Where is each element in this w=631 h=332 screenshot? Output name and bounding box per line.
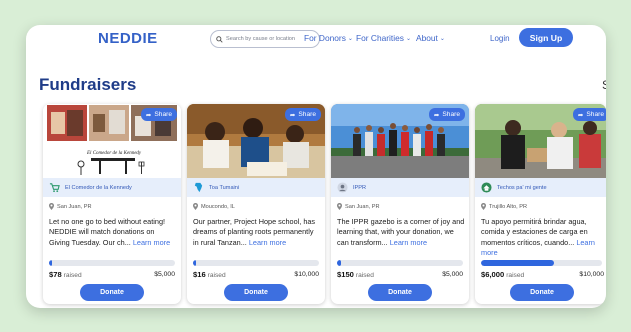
donate-button[interactable]: Donate xyxy=(368,284,432,301)
cut-off-text: S xyxy=(602,78,606,92)
fundraiser-image[interactable]: ➦ Share xyxy=(187,104,325,178)
goal-amount: $10,000 xyxy=(579,271,604,278)
location-pin-icon xyxy=(481,203,486,210)
location: Moucondo, IL xyxy=(193,203,235,210)
chevron-down-icon: ⌄ xyxy=(347,35,353,42)
learn-more-link[interactable]: Learn more xyxy=(249,238,286,247)
org-strip[interactable]: El Comedor de la Kennedy xyxy=(43,178,181,197)
brand-logo[interactable]: NEDDIE xyxy=(98,30,158,47)
org-strip[interactable]: IPPR xyxy=(331,178,469,197)
raised-amount: $16 raised xyxy=(193,270,226,279)
donate-button[interactable]: Donate xyxy=(224,284,288,301)
share-button[interactable]: ➦ Share xyxy=(572,108,606,121)
share-button[interactable]: ➦ Share xyxy=(140,108,177,121)
fundraiser-image[interactable]: ➦ Share xyxy=(475,104,606,178)
image-caption: El Comedor de la Kennedy xyxy=(86,151,142,156)
share-label: Share xyxy=(442,111,460,118)
org-strip[interactable]: Techos pa' mi gente xyxy=(475,178,606,197)
goal-amount: $10,000 xyxy=(294,271,319,278)
location: Trujillo Alto, PR xyxy=(481,203,527,210)
raised-label: raised xyxy=(355,272,374,279)
raised-amount: $6,000 raised xyxy=(481,270,524,279)
search-icon xyxy=(216,35,223,43)
location-text: Moucondo, IL xyxy=(201,203,235,210)
donate-button[interactable]: Donate xyxy=(510,284,574,301)
org-name[interactable]: Techos pa' mi gente xyxy=(497,185,547,191)
location: San Juan, PR xyxy=(49,203,92,210)
progress-fill xyxy=(481,260,554,266)
share-icon: ➦ xyxy=(577,111,584,119)
browser-frame: NEDDIE For Donors ⌄ For Charities ⌄ Abou… xyxy=(26,25,606,308)
cart-icon xyxy=(49,182,60,193)
description-text: Tu apoyo permitirá brindar agua, comida … xyxy=(481,217,588,247)
org-name[interactable]: Toa Tumaini xyxy=(209,185,239,191)
location-pin-icon xyxy=(193,203,198,210)
fundraiser-card[interactable]: ➦ Share IPPR San Juan, PR The IPPR gazeb… xyxy=(331,104,469,304)
location-text: San Juan, PR xyxy=(345,203,380,210)
signup-button[interactable]: Sign Up xyxy=(519,28,573,47)
share-button[interactable]: ➦ Share xyxy=(284,108,321,121)
goal-amount: $5,000 xyxy=(154,271,175,278)
share-label: Share xyxy=(154,111,172,118)
progress-fill xyxy=(337,260,341,266)
africa-map-icon xyxy=(193,182,204,193)
org-name[interactable]: El Comedor de la Kennedy xyxy=(65,185,132,191)
share-label: Share xyxy=(298,111,316,118)
goal-amount: $5,000 xyxy=(442,271,463,278)
description: Let no one go to bed without eating! NED… xyxy=(49,217,177,248)
nav-for-charities[interactable]: For Charities ⌄ xyxy=(356,33,411,43)
donate-button[interactable]: Donate xyxy=(80,284,144,301)
progress-bar xyxy=(193,260,319,266)
fundraiser-image[interactable]: El Comedor de la Kennedy ➦ Share xyxy=(43,104,181,178)
progress-bar xyxy=(49,260,175,266)
location-pin-icon xyxy=(49,203,54,210)
header: NEDDIE For Donors ⌄ For Charities ⌄ Abou… xyxy=(26,25,606,55)
page-title: Fundraisers xyxy=(39,75,137,94)
nav-label: About xyxy=(416,33,438,43)
raised-value: $16 xyxy=(193,270,206,279)
share-icon: ➦ xyxy=(289,111,296,119)
raised-value: $78 xyxy=(49,270,62,279)
progress-bar xyxy=(481,260,602,266)
share-label: Share xyxy=(586,111,604,118)
location-text: Trujillo Alto, PR xyxy=(489,203,528,210)
raised-amount: $78 raised xyxy=(49,270,82,279)
org-strip[interactable]: Toa Tumaini xyxy=(187,178,325,197)
location-text: San Juan, PR xyxy=(57,203,92,210)
raised-amount: $150 raised xyxy=(337,270,374,279)
share-button[interactable]: ➦ Share xyxy=(428,108,465,121)
description: Tu apoyo permitirá brindar agua, comida … xyxy=(481,217,605,258)
share-icon: ➦ xyxy=(145,111,152,119)
org-name[interactable]: IPPR xyxy=(353,185,366,191)
fundraiser-card[interactable]: ➦ Share Techos pa' mi gente Trujillo Alt… xyxy=(475,104,606,304)
raised-value: $150 xyxy=(337,270,354,279)
nav-label: For Charities xyxy=(356,33,404,43)
fundraiser-image[interactable]: ➦ Share xyxy=(331,104,469,178)
nav-for-donors[interactable]: For Donors ⌄ xyxy=(304,33,353,43)
description: The IPPR gazebo is a corner of joy and l… xyxy=(337,217,465,248)
nav-about[interactable]: About ⌄ xyxy=(416,33,445,43)
raised-label: raised xyxy=(506,272,525,279)
raised-label: raised xyxy=(63,272,82,279)
fundraiser-card[interactable]: El Comedor de la Kennedy ➦ Share El Come… xyxy=(43,104,181,304)
progress-fill xyxy=(193,260,196,266)
location: San Juan, PR xyxy=(337,203,380,210)
fundraiser-card[interactable]: ➦ Share Toa Tumaini Moucondo, IL Our par… xyxy=(187,104,325,304)
raised-value: $6,000 xyxy=(481,270,505,279)
org-logo-icon xyxy=(481,182,492,193)
progress-bar xyxy=(337,260,463,266)
share-icon: ➦ xyxy=(433,111,440,119)
raised-label: raised xyxy=(207,272,226,279)
chevron-down-icon: ⌄ xyxy=(405,35,411,42)
progress-fill xyxy=(49,260,52,266)
nav-label: For Donors xyxy=(304,33,346,43)
org-avatar-icon xyxy=(337,182,348,193)
learn-more-link[interactable]: Learn more xyxy=(390,238,427,247)
chevron-down-icon: ⌄ xyxy=(439,35,445,42)
location-pin-icon xyxy=(337,203,342,210)
learn-more-link[interactable]: Learn more xyxy=(133,238,170,247)
login-link[interactable]: Login xyxy=(490,34,510,43)
description: Our partner, Project Hope school, has dr… xyxy=(193,217,321,248)
